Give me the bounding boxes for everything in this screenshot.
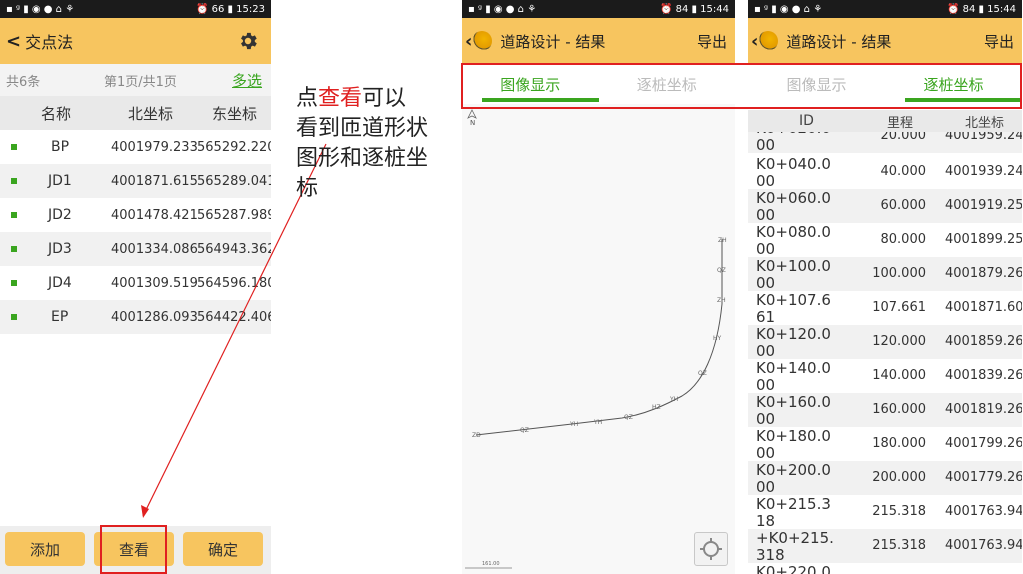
status-icons-left: ▪ ᵍ ▮ ◉ ● ⌂ ⚘ (754, 3, 823, 15)
row-mileage: 80.000 (880, 232, 927, 247)
row-id: K0+107.661 (756, 291, 831, 326)
table-row[interactable]: +K0+215.318 215.318 4001763.94 (748, 529, 1022, 563)
table-row[interactable]: K0+200.000 200.000 4001779.26 (748, 461, 1022, 495)
crosshair-icon (700, 538, 722, 560)
curve-label: ZD (472, 432, 481, 439)
scale-label: 161.00 (482, 561, 500, 567)
row-north: 4001859.26 (945, 334, 1022, 349)
highlight-box-tabs (461, 63, 1022, 109)
curve-label: YH (593, 419, 602, 426)
row-mileage: 215.318 (872, 504, 926, 519)
curve-label: QZ (698, 370, 707, 377)
row-id: K0+120.000 (756, 325, 831, 360)
curve-label: QZ (624, 414, 633, 421)
curve-label: HZ (652, 404, 661, 411)
table-row[interactable]: K0+020.000 20.000 4001959.24 (748, 132, 1022, 153)
row-mileage: 20.000 (880, 132, 927, 143)
table-row[interactable]: K0+140.000 140.000 4001839.26 (748, 359, 1022, 394)
curve-label: QZ (520, 427, 529, 434)
table-row[interactable]: K0+120.000 120.000 4001859.26 (748, 325, 1022, 359)
status-icons-right: ⏰ 84 ▮ 15:44 (659, 3, 729, 15)
row-id: K0+060.000 (756, 189, 831, 224)
row-north: 4001819.26 (945, 402, 1022, 417)
app-logo-icon (758, 31, 779, 51)
app-logo-icon (472, 31, 493, 51)
export-button[interactable]: 导出 (984, 31, 1014, 52)
column-mileage: 里程 (887, 115, 914, 131)
row-id: K0+100.000 (756, 257, 831, 292)
row-north: 4001763.94 (945, 504, 1022, 519)
table-row[interactable]: K0+060.000 60.000 4001919.25 (748, 189, 1022, 223)
curve-label: HY (713, 335, 722, 342)
back-arrow-icon[interactable]: ‹ (751, 31, 758, 52)
row-north: 4001839.26 (945, 368, 1022, 383)
row-id: +K0+215.318 (756, 529, 834, 564)
table-header: ID 里程 北坐标 (748, 110, 1022, 132)
table-row[interactable]: K0+215.318 215.318 4001763.94 (748, 495, 1022, 530)
table-row[interactable]: K0+100.000 100.000 4001879.26 (748, 257, 1022, 291)
status-bar: ▪ ᵍ ▮ ◉ ● ⌂ ⚘ ⏰ 84 ▮ 15:44 (748, 0, 1022, 18)
row-north: 4001899.25 (945, 232, 1022, 247)
column-id: ID (799, 113, 814, 129)
row-id: K0+140.000 (756, 359, 831, 394)
row-north: 4001919.25 (945, 198, 1022, 213)
title-bar: ‹ 道路设计 - 结果 导出 (748, 18, 1022, 64)
row-north: 4001799.26 (945, 436, 1022, 451)
note-highlight: 查看 (318, 86, 363, 111)
status-bar: ▪ ᵍ ▮ ◉ ● ⌂ ⚘ ⏰ 84 ▮ 15:44 (462, 0, 735, 18)
table-row[interactable]: K0+180.000 180.000 4001799.26 (748, 427, 1022, 462)
curve-label: YH (669, 396, 678, 403)
row-id: K0+080.000 (756, 223, 831, 258)
row-id: K0+220.00 (756, 563, 831, 574)
table-row[interactable]: K0+080.000 80.000 4001899.25 (748, 223, 1022, 258)
row-id: K0+040.000 (756, 155, 831, 190)
curve-label: QZ (717, 267, 726, 274)
row-mileage: 40.000 (880, 164, 927, 179)
page-title: 道路设计 - 结果 (786, 32, 892, 51)
column-north: 北坐标 (965, 115, 1005, 131)
road-map-canvas[interactable]: N ZD QZ YH YH QZ HZ YH QZ HY ZH QZ ZH 16… (462, 104, 735, 574)
row-mileage: 120.000 (872, 334, 926, 349)
row-mileage: 107.661 (872, 300, 926, 315)
row-north: 4001763.94 (945, 538, 1022, 553)
annotation-note: 点查看可以看到匝道形状图形和逐桩坐标 (296, 84, 428, 204)
stake-list[interactable]: K0+020.000 20.000 4001959.24 K0+040.000 … (748, 132, 1022, 574)
row-north: 4001779.26 (945, 470, 1022, 485)
row-id: K0+020.000 (756, 132, 831, 153)
table-row[interactable]: K0+107.661 107.661 4001871.60 (748, 291, 1022, 326)
row-north: 4001959.24 (945, 132, 1022, 143)
title-bar: ‹ 道路设计 - 结果 导出 (462, 18, 735, 64)
page-title: 道路设计 - 结果 (500, 32, 606, 51)
row-id: K0+180.000 (756, 427, 831, 462)
row-north: 4001871.60 (945, 300, 1022, 315)
status-icons-left: ▪ ᵍ ▮ ◉ ● ⌂ ⚘ (468, 3, 537, 15)
north-arrow-label: N (470, 119, 475, 127)
note-prefix: 点 (296, 86, 319, 111)
table-row[interactable]: K0+220.00 (748, 563, 1022, 574)
export-button[interactable]: 导出 (697, 31, 727, 52)
road-alignment-drawing: N ZD QZ YH YH QZ HZ YH QZ HY ZH QZ ZH 16… (465, 109, 727, 569)
curve-label: ZH (717, 297, 726, 304)
curve-label: YH (569, 421, 578, 428)
locate-button[interactable] (694, 532, 728, 566)
table-row[interactable]: K0+040.000 40.000 4001939.24 (748, 155, 1022, 190)
row-mileage: 60.000 (880, 198, 927, 213)
row-mileage: 160.000 (872, 402, 926, 417)
row-north: 4001939.24 (945, 164, 1022, 179)
curve-label: ZH (718, 237, 727, 244)
row-mileage: 180.000 (872, 436, 926, 451)
status-icons-right: ⏰ 84 ▮ 15:44 (946, 3, 1016, 15)
row-id: K0+160.000 (756, 393, 831, 428)
row-mileage: 140.000 (872, 368, 926, 383)
row-mileage: 100.000 (872, 266, 926, 281)
row-mileage: 215.318 (872, 538, 926, 553)
back-arrow-icon[interactable]: ‹ (465, 31, 472, 52)
row-id: K0+200.000 (756, 461, 831, 496)
row-id: K0+215.318 (756, 495, 831, 530)
row-north: 4001879.26 (945, 266, 1022, 281)
table-row[interactable]: K0+160.000 160.000 4001819.26 (748, 393, 1022, 427)
row-mileage: 200.000 (872, 470, 926, 485)
